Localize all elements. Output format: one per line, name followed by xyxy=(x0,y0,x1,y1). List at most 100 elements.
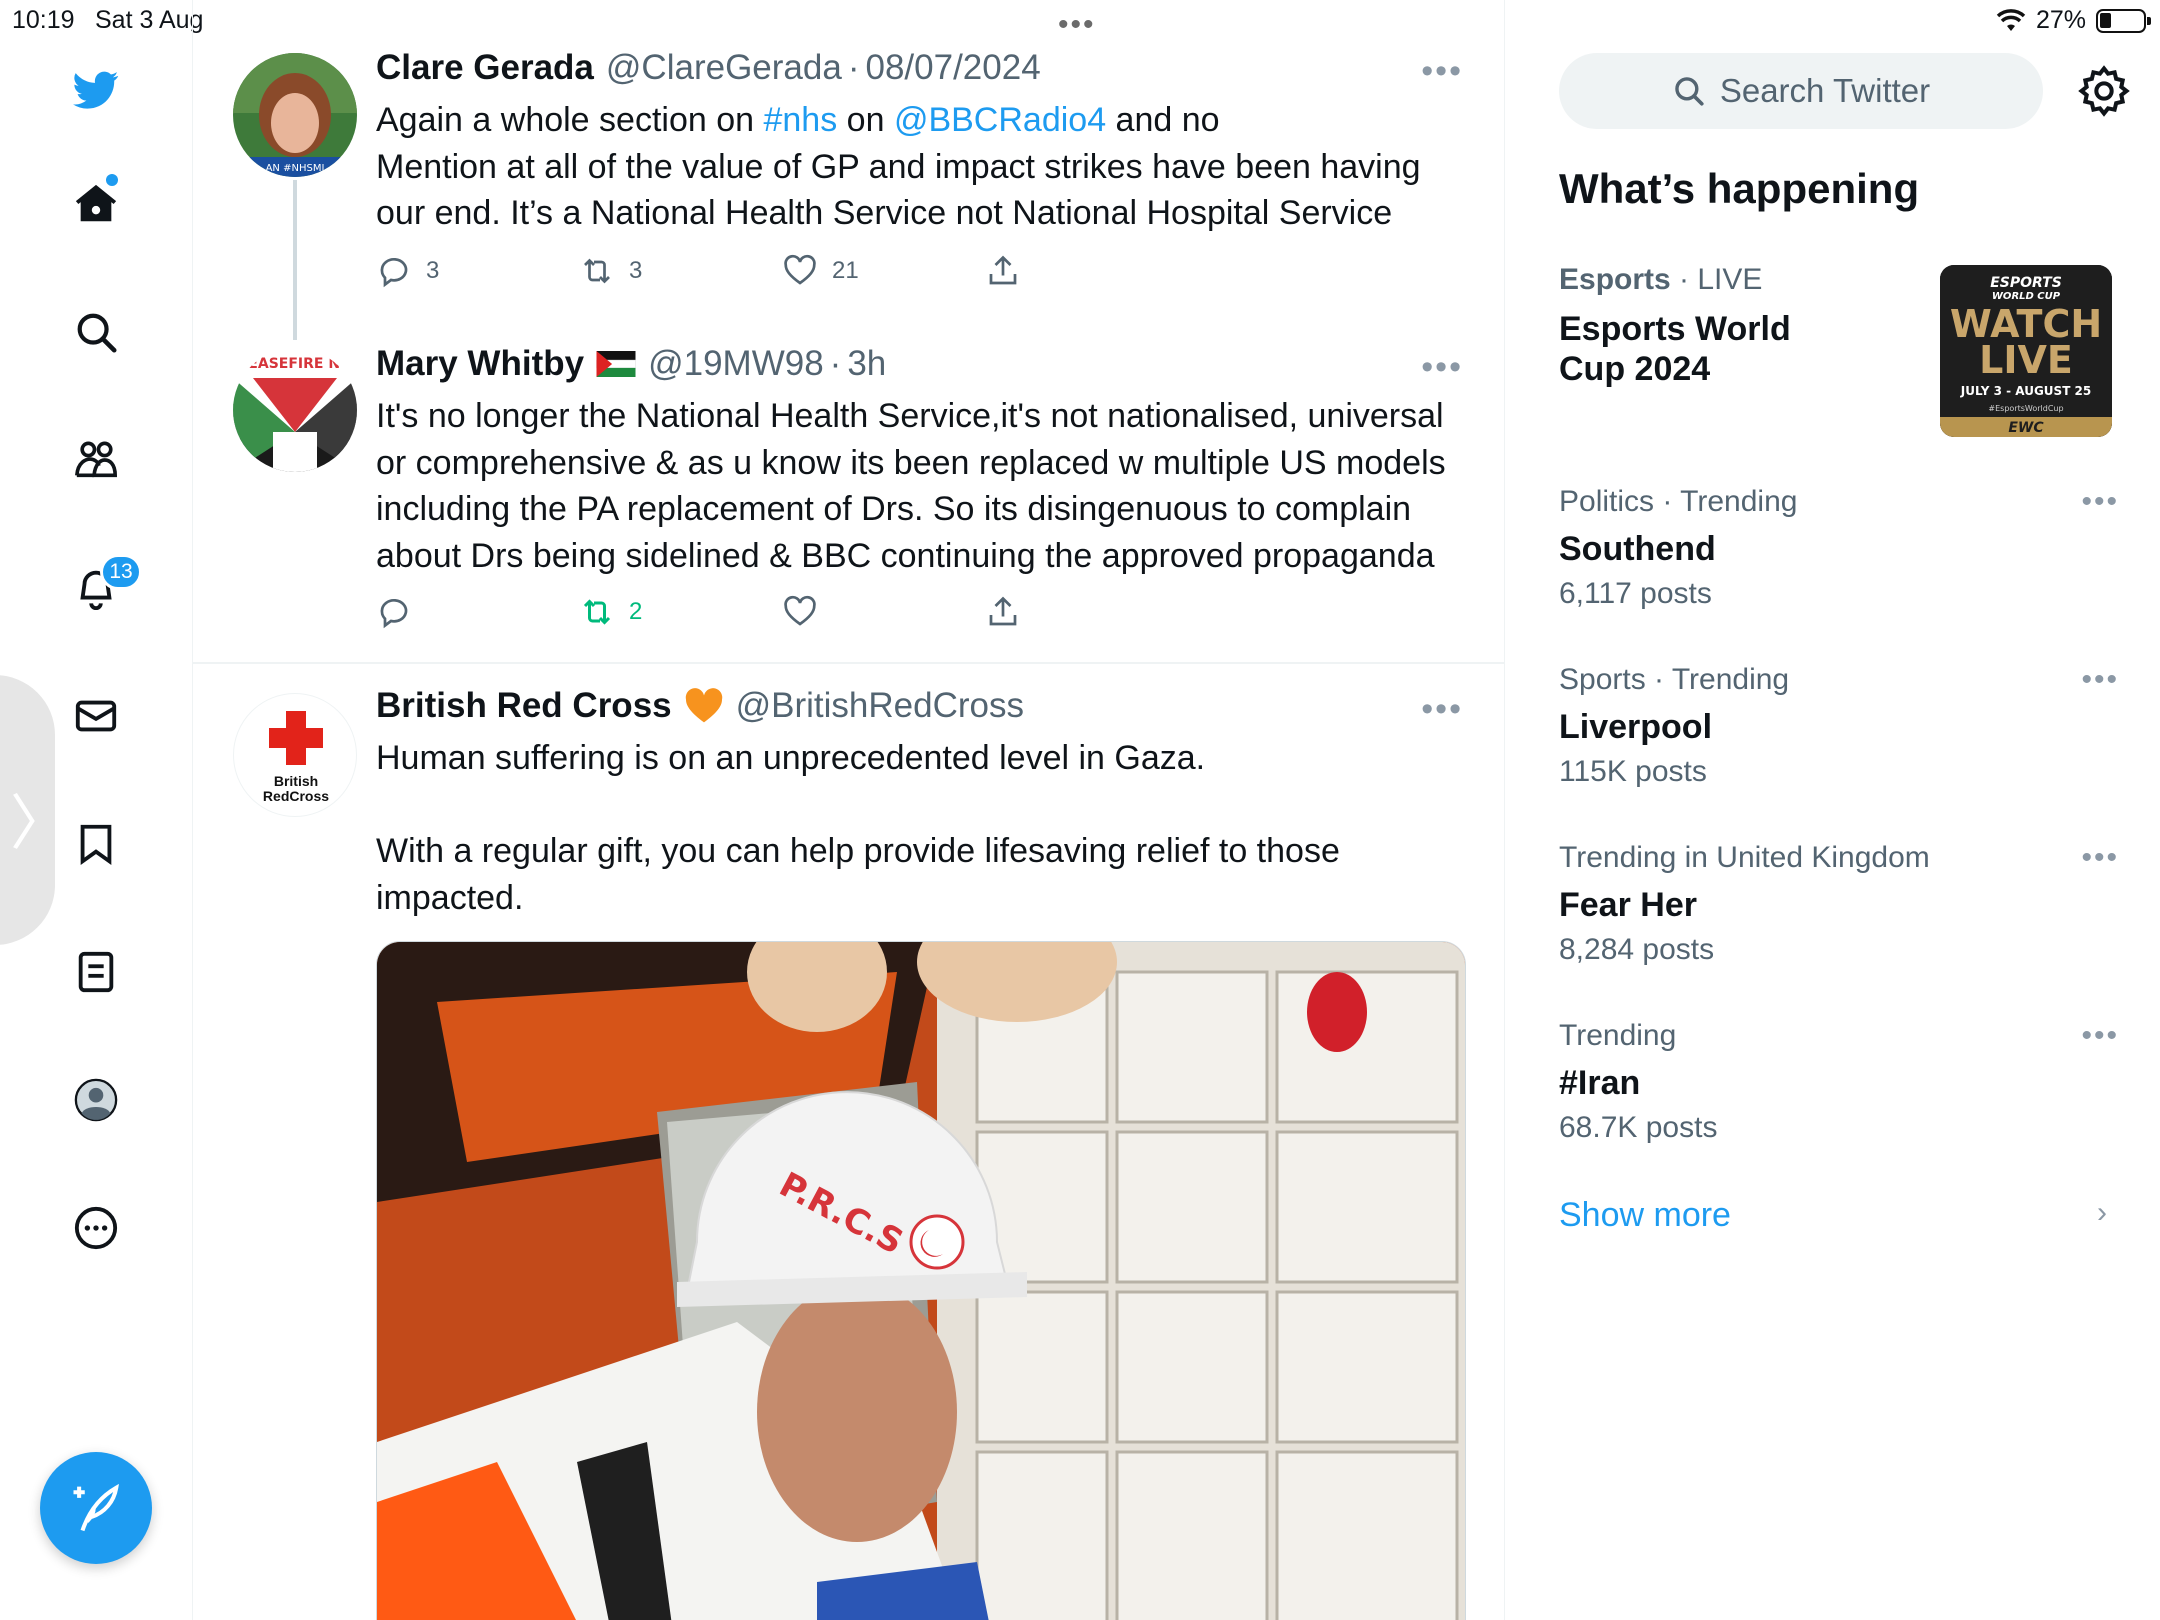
separator-dot: · xyxy=(847,48,860,87)
gear-icon xyxy=(2078,65,2130,117)
tweet-more-button[interactable]: ••• xyxy=(1421,348,1463,387)
trend-item[interactable]: Sports · Trending Liverpool 115K posts •… xyxy=(1559,663,2119,789)
like-icon xyxy=(784,254,816,285)
reply-button[interactable]: 3 xyxy=(376,253,439,289)
communities-icon xyxy=(75,441,117,478)
live-label: LIVE xyxy=(1697,263,1763,296)
nav-lists[interactable] xyxy=(58,934,134,1010)
bookmark-icon xyxy=(80,824,112,865)
thumbnail-text: WORLD CUP xyxy=(1992,291,2061,302)
trend-name: #Iran xyxy=(1559,1064,1641,1102)
thumbnail-text: ESPORTS xyxy=(1990,275,2062,291)
palestine-flag-icon xyxy=(596,351,636,377)
trend-more-button[interactable]: ••• xyxy=(2081,663,2119,697)
nav-profile[interactable] xyxy=(58,1062,134,1138)
retweet-button[interactable]: 3 xyxy=(579,253,642,289)
text-segment: Again a whole section on xyxy=(376,101,764,139)
home-unread-dot xyxy=(106,174,118,186)
reply-icon xyxy=(380,258,408,288)
thumbnail-text: LIVE xyxy=(1979,338,2073,382)
like-icon xyxy=(784,595,816,626)
reply-button[interactable] xyxy=(376,594,412,630)
trend-name: Southend xyxy=(1559,530,1716,568)
compose-button[interactable] xyxy=(40,1452,152,1564)
trend-category: Politics · Trending xyxy=(1559,485,1798,518)
avatar-caption: AN #NHSMI xyxy=(266,163,325,174)
sidebar-expand-handle[interactable]: 〉 xyxy=(0,675,70,945)
trend-item[interactable]: Trending #Iran 68.7K posts ••• xyxy=(1559,1019,2119,1145)
trend-more-button[interactable]: ••• xyxy=(2081,485,2119,519)
author-handle[interactable]: @ClareGerada xyxy=(606,48,842,88)
notifications-badge: 13 xyxy=(100,554,142,590)
author-name[interactable]: Clare Gerada xyxy=(376,48,594,88)
avatar[interactable]: AN #NHSMI xyxy=(233,53,357,177)
section-title: What’s happening xyxy=(1559,165,1920,212)
tweet-date[interactable]: 3h xyxy=(847,344,886,384)
show-more-link[interactable]: Show more xyxy=(1559,1196,1731,1235)
nav-communities[interactable] xyxy=(58,422,134,498)
tweet-date[interactable]: 08/07/2024 xyxy=(865,48,1040,88)
share-button[interactable] xyxy=(985,253,1021,289)
orange-heart-icon xyxy=(685,688,722,723)
author-handle[interactable]: @19MW98 xyxy=(648,344,824,384)
settings-button[interactable] xyxy=(2077,64,2131,118)
tweet-header: Mary Whitby @19MW98 · 3h xyxy=(376,344,886,384)
avatar[interactable]: CEASEFIRE NO xyxy=(233,348,357,472)
trend-more-button[interactable]: ••• xyxy=(2081,841,2119,875)
like-button[interactable]: 21 xyxy=(782,253,859,289)
text-segment: and no xyxy=(1106,101,1220,139)
tweet-actions: 2 xyxy=(376,594,1076,634)
tweet-text-line: about Drs being sidelined & BBC continui… xyxy=(376,536,1435,575)
twitter-bird-icon xyxy=(73,71,119,109)
trend-count: 68.7K posts xyxy=(1559,1111,1718,1144)
trend-category: Trending xyxy=(1559,1019,1677,1052)
tweet-media-image[interactable]: P.R.C.S xyxy=(376,941,1466,1620)
tweet-text-line: including the PA replacement of Drs. So … xyxy=(376,490,1412,528)
author-handle[interactable]: @BritishRedCross xyxy=(736,686,1024,726)
author-name[interactable]: Mary Whitby xyxy=(376,344,584,384)
search-bar[interactable]: Search Twitter xyxy=(1559,53,2043,129)
tweet-actions: 3 3 21 xyxy=(376,253,1076,293)
nav-messages[interactable] xyxy=(58,678,134,754)
share-button[interactable] xyxy=(985,594,1021,630)
nav-notifications[interactable]: 13 xyxy=(58,550,142,626)
hashtag-link[interactable]: #nhs xyxy=(763,101,837,139)
reply-count: 3 xyxy=(426,257,440,284)
search-icon xyxy=(1675,77,1704,106)
reply-icon xyxy=(380,599,408,629)
search-icon xyxy=(77,313,117,353)
twitter-logo[interactable] xyxy=(58,52,134,128)
trend-category: Sports · Trending xyxy=(1559,663,1790,696)
tweet-more-button[interactable]: ••• xyxy=(1421,52,1463,91)
tweet-text-line: Again a whole section on #nhs on @BBCRad… xyxy=(376,97,1466,144)
tweet-text-line: our end. It’s a National Health Service … xyxy=(376,194,1393,232)
profile-icon xyxy=(74,1078,118,1122)
trend-item[interactable]: Trending in United Kingdom Fear Her 8,28… xyxy=(1559,841,2119,967)
chevron-right-icon[interactable]: › xyxy=(2097,1196,2107,1230)
nav-more[interactable] xyxy=(58,1190,134,1266)
list-icon xyxy=(78,951,114,993)
nav-home[interactable] xyxy=(58,166,134,242)
trend-thumbnail[interactable]: ESPORTS WORLD CUP WATCH LIVE JULY 3 - AU… xyxy=(1940,265,2112,437)
nav-explore[interactable] xyxy=(58,294,134,370)
avatar[interactable]: British RedCross xyxy=(233,693,357,817)
thumbnail-text: EWC xyxy=(2008,420,2044,436)
retweet-button[interactable]: 2 xyxy=(579,594,642,630)
like-button[interactable] xyxy=(782,594,818,630)
trend-item[interactable]: Politics · Trending Southend 6,117 posts… xyxy=(1559,485,2119,611)
separator-dot: · xyxy=(829,344,842,383)
tweet-text-line: It's no longer the National Health Servi… xyxy=(376,397,1444,435)
avatar-caption: British xyxy=(274,773,318,789)
mention-link[interactable]: @BBCRadio4 xyxy=(894,101,1106,139)
author-name[interactable]: British Red Cross xyxy=(376,686,672,726)
tweet-header: British Red Cross @BritishRedCross xyxy=(376,686,1024,726)
tweet-text-line: With a regular gift, you can help provid… xyxy=(376,832,1340,870)
tweet-more-button[interactable]: ••• xyxy=(1421,690,1463,729)
mail-icon xyxy=(75,700,117,732)
trend-more-button[interactable]: ••• xyxy=(2081,1019,2119,1053)
trend-category: Trending in United Kingdom xyxy=(1559,841,1930,874)
trend-count: 6,117 posts xyxy=(1559,577,1712,610)
tweet-text-line: or comprehensive & as u know its been re… xyxy=(376,443,1446,482)
tweet-text: It's no longer the National Health Servi… xyxy=(376,393,1466,579)
home-icon xyxy=(75,184,117,222)
